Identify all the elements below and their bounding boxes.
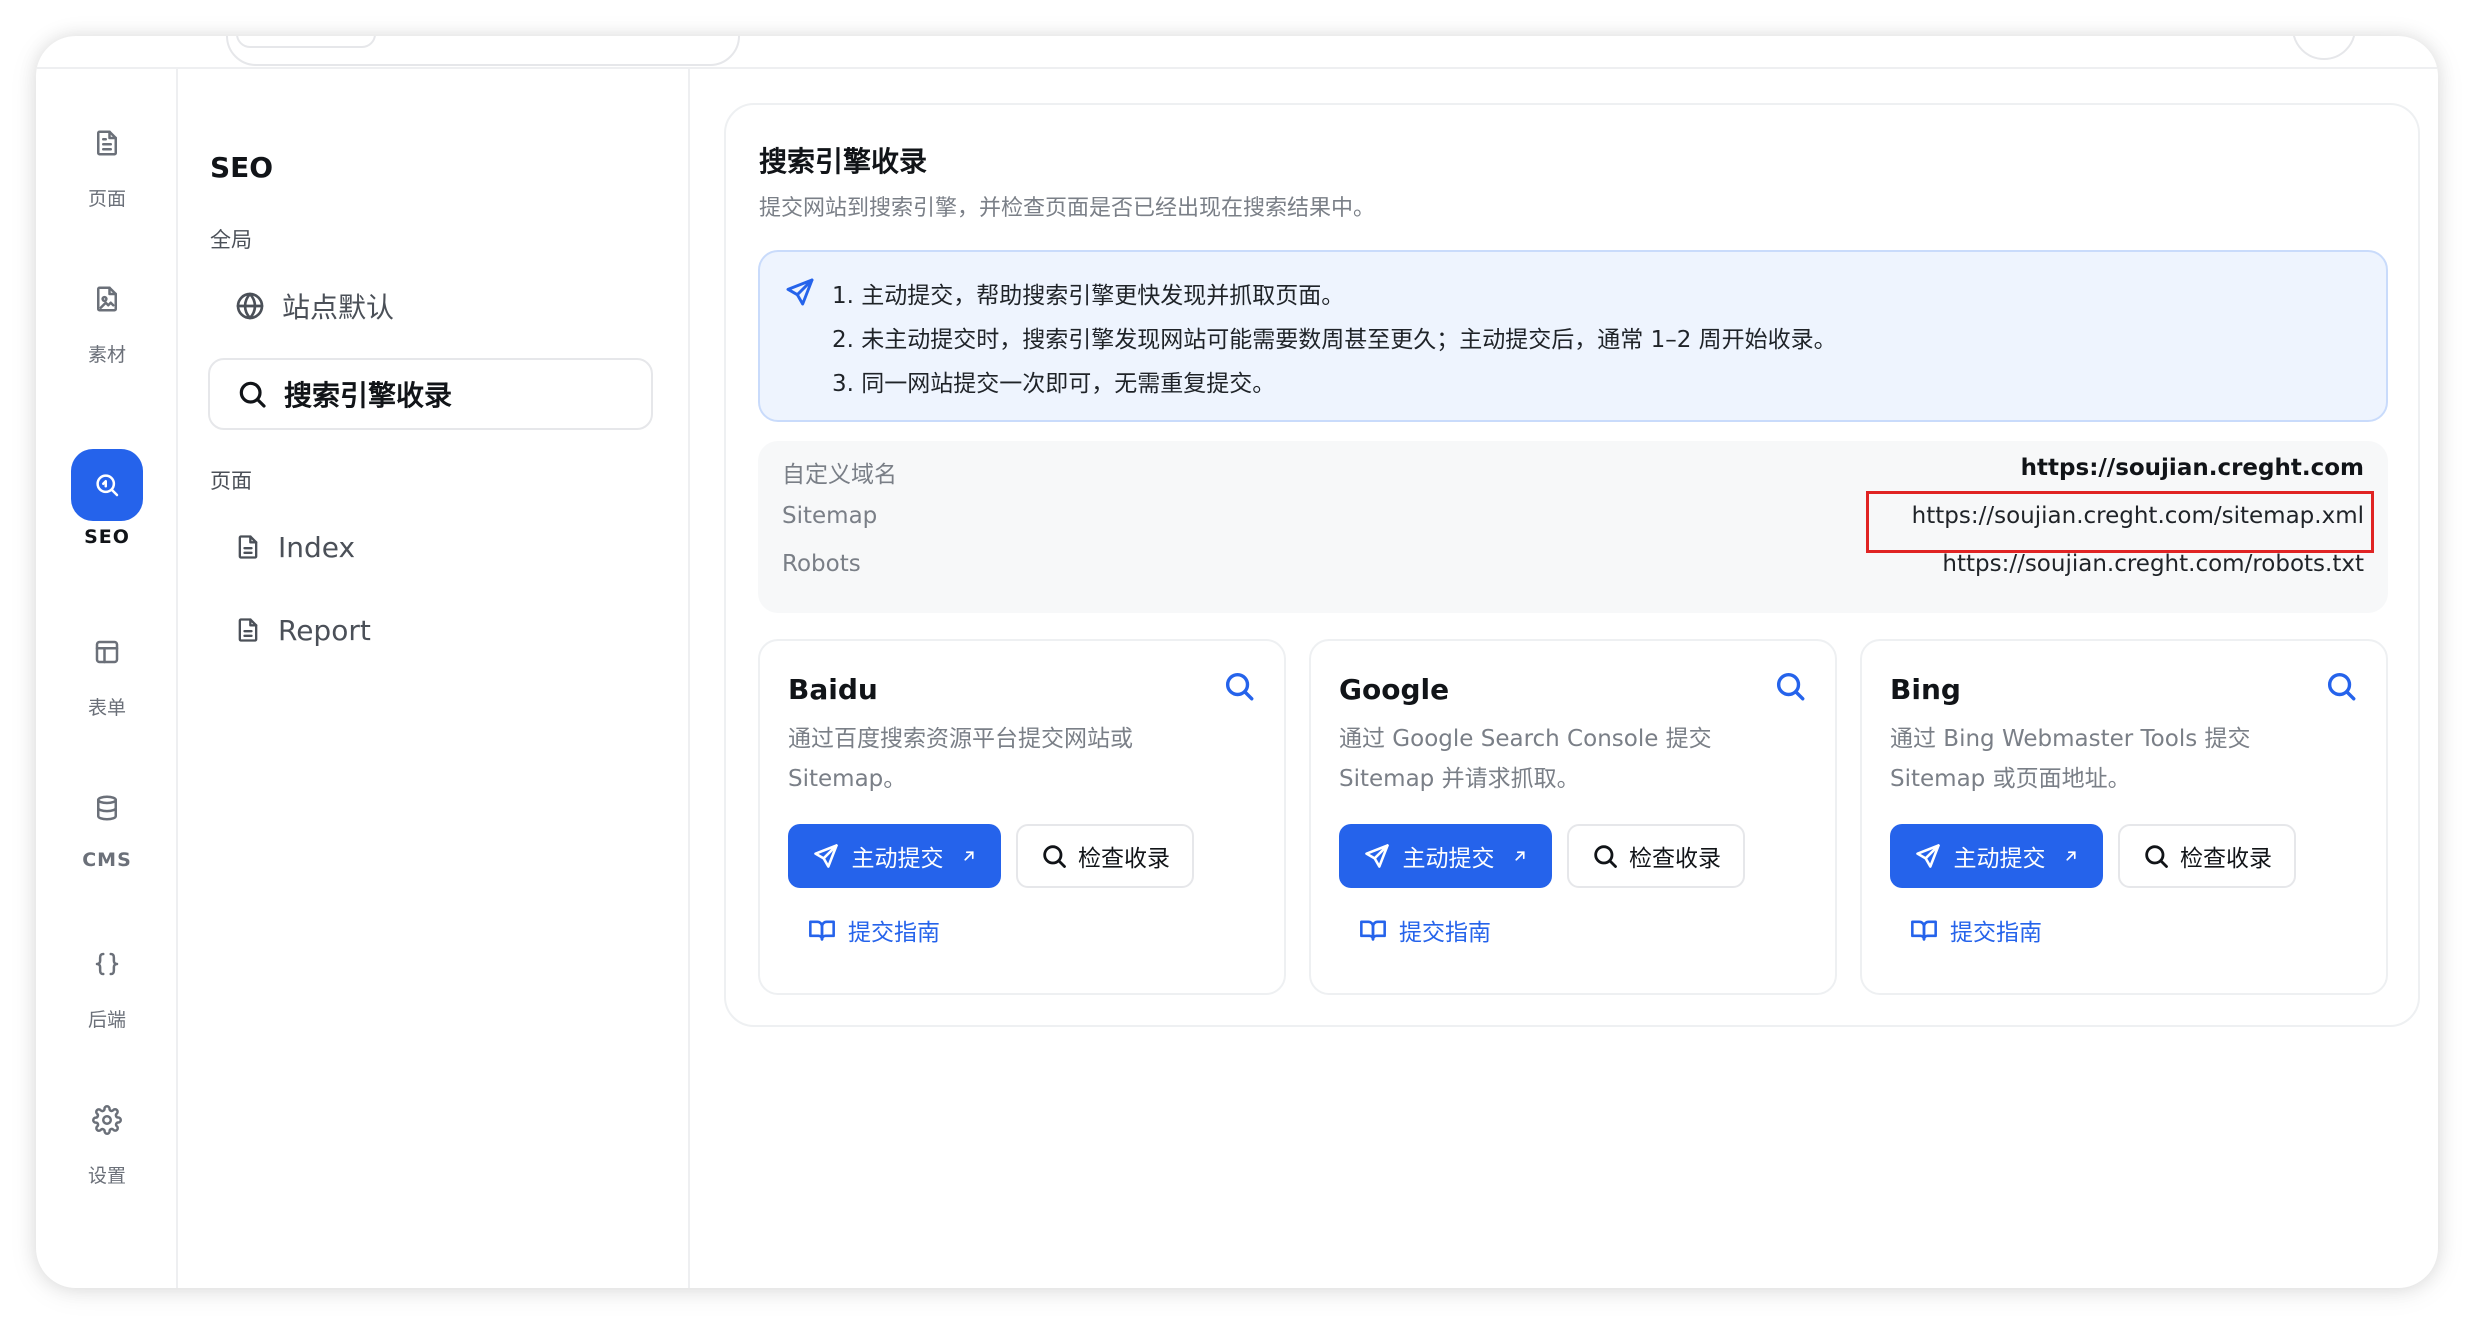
database-icon (71, 772, 143, 844)
domain-key: 自定义域名 (782, 462, 897, 488)
rail-label: 表单 (87, 697, 126, 719)
check-label: 检查收录 (1078, 846, 1170, 872)
external-link-icon (2065, 851, 2076, 861)
top-search-chip[interactable] (236, 36, 376, 48)
top-bar (36, 36, 2438, 69)
rail-label: 素材 (87, 344, 126, 366)
app-window: 页面 素材 SEO 表单 CMS 后端 设置 SEO 全局 站点默认 搜索引擎收… (36, 36, 2438, 1288)
search-icon (2145, 845, 2168, 868)
sidebar-item-site-defaults[interactable]: 站点默认 (208, 270, 653, 342)
sitemap-key: Sitemap (782, 503, 878, 529)
check-label: 检查收录 (2180, 846, 2272, 872)
book-icon (809, 920, 835, 941)
submit-label: 主动提交 (851, 846, 944, 872)
rail-label: 页面 (87, 188, 126, 210)
search-icon (1043, 845, 1066, 868)
notice-line: 3. 同一网站提交一次即可，无需重复提交。 (832, 371, 1276, 397)
engine-card-baidu: Baidu 通过百度搜索资源平台提交网站或 Sitemap。 主动提交 检查收录… (758, 639, 1286, 995)
search-icon[interactable] (1773, 669, 1807, 703)
sidebar-section-global: 全局 (210, 228, 252, 252)
guide-link[interactable]: 提交指南 (808, 913, 940, 947)
rail-item-seo[interactable]: SEO (36, 449, 178, 548)
send-icon (813, 844, 838, 868)
guide-label: 提交指南 (848, 920, 940, 946)
search-indexing-card: 搜索引擎收录 提交网站到搜索引擎，并检查页面是否已经出现在搜索结果中。 1. 主… (724, 103, 2420, 1027)
rail-label: CMS (82, 849, 132, 871)
send-icon (786, 278, 814, 306)
image-file-icon (71, 263, 143, 335)
globe-icon (236, 292, 264, 320)
engine-description: 通过 Bing Webmaster Tools 提交 Sitemap 或页面地址… (1890, 726, 2251, 792)
file-icon (238, 535, 258, 559)
seo-sidebar: SEO 全局 站点默认 搜索引擎收录 页面 Index Report (178, 69, 690, 1288)
search-zoom-icon (71, 449, 143, 521)
sidebar-item-search-indexing[interactable]: 搜索引擎收录 (208, 358, 653, 430)
rail-item-assets[interactable]: 素材 (36, 263, 178, 367)
search-icon[interactable] (2324, 669, 2358, 703)
rail-label: SEO (84, 526, 130, 548)
top-avatar[interactable] (2292, 36, 2356, 60)
engine-name: Bing (1890, 673, 1961, 706)
check-index-button[interactable]: 检查收录 (2118, 824, 2296, 888)
engine-name: Baidu (788, 673, 878, 706)
sidebar-item-label: Index (278, 530, 356, 564)
guide-label: 提交指南 (1399, 920, 1491, 946)
engine-card-google: Google 通过 Google Search Console 提交 Sitem… (1309, 639, 1837, 995)
submit-label: 主动提交 (1402, 846, 1495, 872)
sidebar-page-report[interactable]: Report (208, 594, 653, 666)
rail-label: 后端 (87, 1009, 126, 1031)
gear-icon (71, 1084, 143, 1156)
sidebar-page-index[interactable]: Index (208, 511, 653, 583)
guide-link[interactable]: 提交指南 (1910, 913, 2042, 947)
search-icon[interactable] (1222, 669, 1256, 703)
submit-label: 主动提交 (1953, 846, 2046, 872)
engine-description: 通过 Google Search Console 提交 Sitemap 并请求抓… (1339, 726, 1712, 792)
submit-button[interactable]: 主动提交 (1339, 824, 1552, 888)
rail-item-settings[interactable]: 设置 (36, 1084, 178, 1188)
layout-icon (71, 616, 143, 688)
external-link-icon (1514, 851, 1525, 861)
site-info-panel: 自定义域名 https://soujian.creght.com Sitemap… (758, 441, 2388, 613)
engine-card-bing: Bing 通过 Bing Webmaster Tools 提交 Sitemap … (1860, 639, 2388, 995)
check-index-button[interactable]: 检查收录 (1567, 824, 1745, 888)
robots-value[interactable]: https://soujian.creght.com/robots.txt (1942, 551, 2364, 577)
page-subtitle: 提交网站到搜索引擎，并检查页面是否已经出现在搜索结果中。 (759, 196, 1376, 221)
nav-rail: 页面 素材 SEO 表单 CMS 后端 设置 (36, 69, 178, 1288)
book-icon (1360, 920, 1386, 941)
book-icon (1911, 920, 1937, 941)
send-icon (1915, 844, 1940, 868)
domain-value: https://soujian.creght.com (2020, 455, 2364, 481)
robots-key: Robots (782, 551, 861, 577)
search-icon (239, 381, 266, 408)
sidebar-item-label: 站点默认 (282, 291, 395, 324)
file-icon (238, 618, 258, 642)
file-icon (71, 107, 143, 179)
sidebar-title: SEO (210, 151, 274, 184)
rail-item-backend[interactable]: 后端 (36, 928, 178, 1032)
notice-line: 2. 未主动提交时，搜索引擎发现网站可能需要数周甚至更久；主动提交后，通常 1–… (832, 327, 1837, 353)
page-title: 搜索引擎收录 (759, 145, 928, 178)
info-notice: 1. 主动提交，帮助搜索引擎更快发现并抓取页面。 2. 未主动提交时，搜索引擎发… (758, 250, 2388, 422)
send-icon (1364, 844, 1389, 868)
sidebar-item-label: 搜索引擎收录 (284, 379, 453, 412)
rail-item-cms[interactable]: CMS (36, 772, 178, 871)
rail-label: 设置 (87, 1165, 126, 1187)
submit-button[interactable]: 主动提交 (1890, 824, 2103, 888)
submit-button[interactable]: 主动提交 (788, 824, 1001, 888)
highlight-box (1866, 491, 2374, 553)
check-index-button[interactable]: 检查收录 (1016, 824, 1194, 888)
search-icon (1594, 845, 1617, 868)
sidebar-item-label: Report (278, 613, 371, 647)
guide-label: 提交指南 (1950, 920, 2042, 946)
sidebar-section-pages: 页面 (210, 469, 252, 493)
rail-item-forms[interactable]: 表单 (36, 616, 178, 720)
guide-link[interactable]: 提交指南 (1359, 913, 1491, 947)
external-link-icon (963, 851, 974, 861)
engine-name: Google (1339, 673, 1450, 706)
engine-description: 通过百度搜索资源平台提交网站或 Sitemap。 (788, 726, 1133, 792)
notice-line: 1. 主动提交，帮助搜索引擎更快发现并抓取页面。 (832, 283, 1345, 309)
check-label: 检查收录 (1629, 846, 1721, 872)
rail-item-pages[interactable]: 页面 (36, 107, 178, 211)
braces-icon (71, 928, 143, 1000)
